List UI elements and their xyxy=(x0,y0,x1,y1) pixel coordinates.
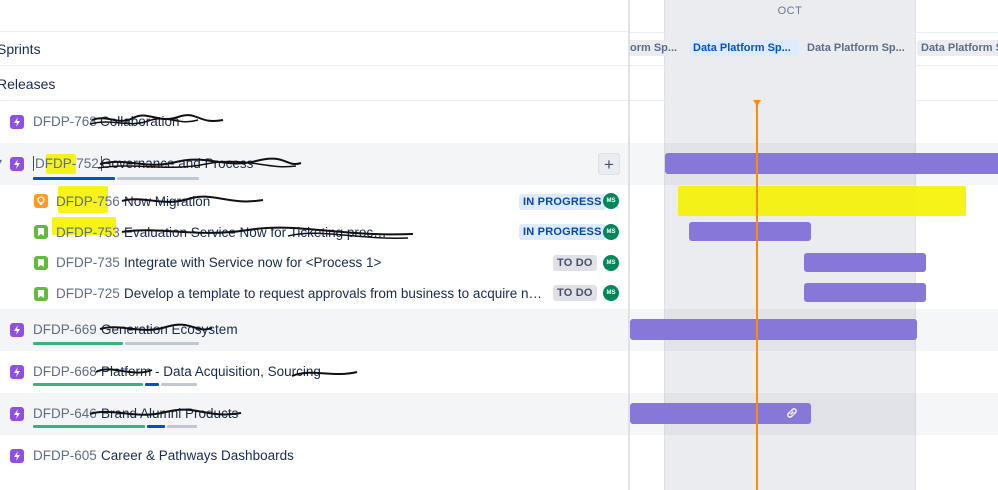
progress-done xyxy=(33,383,143,386)
issue-key[interactable]: DFDP-605 xyxy=(33,448,97,463)
issue-key[interactable]: DFDP-668 xyxy=(33,364,97,379)
epic-lightning-icon xyxy=(10,323,24,337)
timeline-bar-dfdp-725[interactable] xyxy=(804,283,926,302)
child-issue-row[interactable]: DFDP-725 Develop a template to request a… xyxy=(0,279,628,310)
epic-lightning-icon xyxy=(10,365,24,379)
issue-list-panel: Sprints Releases DFDP-768 Collaboration … xyxy=(0,0,630,490)
sprint-chip[interactable]: Data Platform S xyxy=(917,40,998,56)
timeline-bar-dfdp-669[interactable] xyxy=(630,319,917,340)
child-issue-row[interactable]: DFDP-735 Integrate with Service now for … xyxy=(0,248,628,279)
child-issue-row[interactable]: DFDP-756 Now Migration IN PROGRESS MS xyxy=(0,186,628,217)
epic-row[interactable]: › DFDP-669 Generation Ecosystem xyxy=(0,309,628,351)
progress-todo xyxy=(161,383,197,386)
lightbulb-icon xyxy=(34,194,48,208)
progress-done xyxy=(33,425,145,428)
avatar[interactable]: MS xyxy=(603,255,619,271)
chevron-down-icon[interactable]: ▾ xyxy=(0,157,2,168)
timeline-bar-dfdp-646[interactable] xyxy=(630,403,811,424)
timeline-bar-dfdp-753[interactable] xyxy=(689,222,811,241)
plus-icon: + xyxy=(604,154,614,174)
sprint-chip[interactable]: Data Platform Sp... xyxy=(803,40,913,56)
epic-row[interactable]: DFDP-605 Career & Pathways Dashboards xyxy=(0,435,628,477)
issue-summary[interactable]: Career & Pathways Dashboards xyxy=(101,448,361,463)
issue-key[interactable]: DFDP-646 xyxy=(33,406,97,421)
issue-key[interactable]: DFDP-768 xyxy=(33,114,97,129)
sprints-label: Sprints xyxy=(0,41,41,57)
issue-key[interactable]: DFDP-669 xyxy=(33,322,97,337)
issue-summary[interactable]: Platform - Data Acquisition, Sourcing xyxy=(101,364,361,379)
bookmark-icon xyxy=(34,287,48,301)
avatar[interactable]: MS xyxy=(603,224,619,240)
issue-summary[interactable]: Develop a template to request approvals … xyxy=(124,286,546,301)
progress-done xyxy=(33,342,123,345)
link-icon[interactable] xyxy=(785,406,799,420)
issue-key[interactable]: DFDP-753 xyxy=(56,225,120,240)
progress-todo xyxy=(117,177,199,180)
progress-inprogress xyxy=(33,177,115,180)
epic-row[interactable]: › DFDP-668 Platform - Data Acquisition, … xyxy=(0,351,628,393)
sprint-chip[interactable]: orm Sp... xyxy=(630,40,684,56)
status-badge[interactable]: TO DO xyxy=(553,285,597,301)
issue-key[interactable]: DFDP-756 xyxy=(56,194,120,209)
today-marker-line xyxy=(756,104,758,490)
progress-inprogress xyxy=(145,383,159,386)
releases-label: Releases xyxy=(0,76,56,92)
issue-key[interactable]: DFDP-725 xyxy=(56,286,120,301)
sprints-row[interactable]: Sprints xyxy=(0,32,628,66)
progress-todo xyxy=(167,425,197,428)
progress-bar xyxy=(33,383,197,386)
epic-row[interactable]: ▾ DFDP-752 Governance and Process + xyxy=(0,143,628,185)
progress-inprogress xyxy=(147,425,165,428)
status-badge[interactable]: TO DO xyxy=(553,255,597,271)
avatar[interactable]: MS xyxy=(603,193,619,209)
add-child-issue-button[interactable]: + xyxy=(598,153,620,175)
marker-highlight xyxy=(678,186,966,216)
bookmark-icon xyxy=(34,256,48,270)
epic-row[interactable]: DFDP-768 Collaboration xyxy=(0,101,628,143)
month-label: OCT xyxy=(777,5,803,17)
bookmark-icon xyxy=(34,225,48,239)
issue-summary[interactable]: Now Migration xyxy=(124,194,314,209)
timeline-bar-dfdp-735[interactable] xyxy=(804,253,926,272)
epic-lightning-icon xyxy=(10,115,24,129)
issue-summary[interactable]: Collaboration xyxy=(100,114,300,129)
releases-lane xyxy=(630,67,998,101)
sprint-chip-active[interactable]: Data Platform Sp... xyxy=(689,40,799,56)
issue-summary[interactable]: Evaluation Service Now for Ticketing pro… xyxy=(124,225,394,240)
issue-key[interactable]: DFDP-735 xyxy=(56,255,120,270)
progress-todo xyxy=(125,342,199,345)
timeline-bar-dfdp-752[interactable] xyxy=(665,153,998,174)
epic-lightning-icon xyxy=(10,407,24,421)
status-badge[interactable]: IN PROGRESS xyxy=(519,224,606,240)
issue-key[interactable]: DFDP-752 xyxy=(33,156,102,171)
progress-bar xyxy=(33,177,199,180)
status-badge[interactable]: IN PROGRESS xyxy=(519,194,606,210)
timeline-panel: OCT orm Sp... Data Platform Sp... Data P… xyxy=(630,0,998,490)
progress-bar xyxy=(33,342,199,345)
progress-bar xyxy=(33,425,197,428)
releases-row[interactable]: Releases xyxy=(0,67,628,101)
issue-summary[interactable]: Brand Alumni Products xyxy=(101,406,301,421)
epic-lightning-icon xyxy=(10,449,24,463)
issue-summary[interactable]: Generation Ecosystem xyxy=(101,322,301,337)
issue-summary[interactable]: Governance and Process xyxy=(101,156,301,171)
issue-summary[interactable]: Integrate with Service now for <Process … xyxy=(124,255,544,270)
avatar[interactable]: MS xyxy=(603,285,619,301)
child-issue-row[interactable]: DFDP-753 Evaluation Service Now for Tick… xyxy=(0,217,628,248)
epic-lightning-icon xyxy=(10,157,24,171)
list-header-spacer xyxy=(0,0,628,32)
epic-row[interactable]: › DFDP-646 Brand Alumni Products xyxy=(0,393,628,435)
